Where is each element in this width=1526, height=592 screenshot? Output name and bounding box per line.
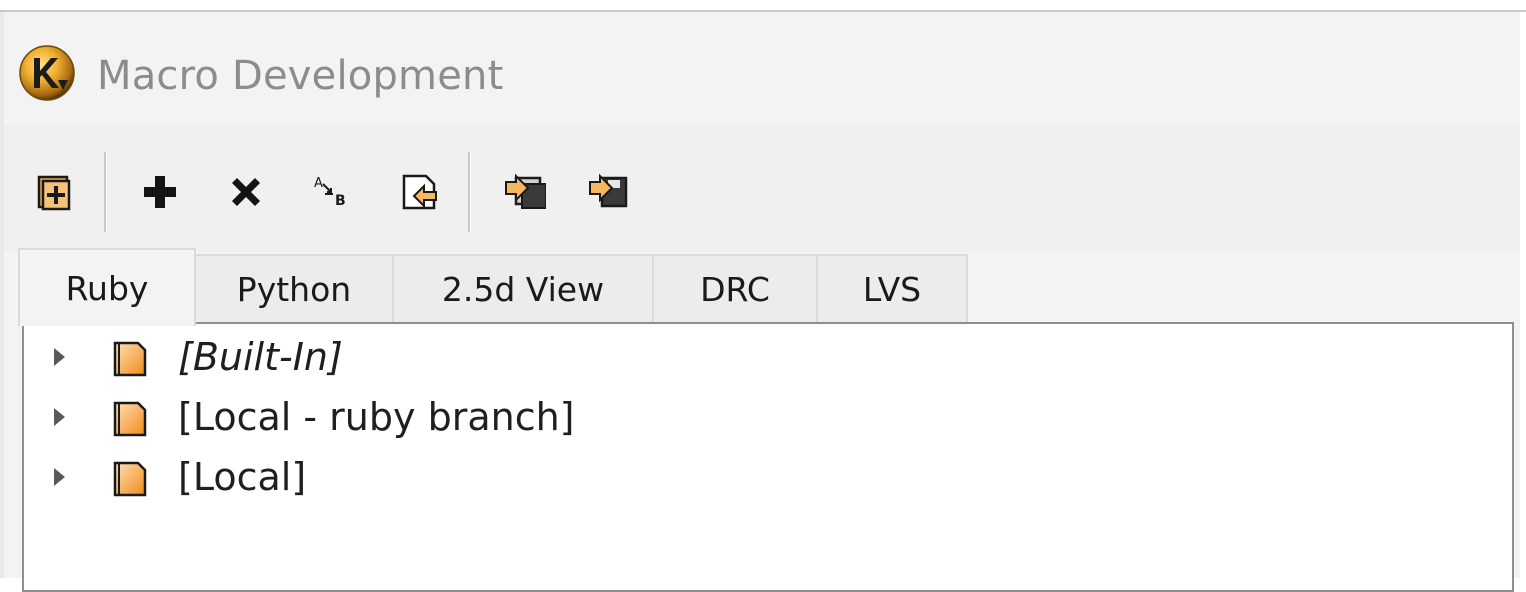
new-folder-icon bbox=[37, 175, 71, 211]
window-title: Macro Development bbox=[97, 53, 504, 99]
save-as-icon bbox=[589, 173, 628, 208]
folder-icon bbox=[113, 461, 147, 497]
tab-label: DRC bbox=[700, 269, 770, 309]
tab-2-5d-view[interactable]: 2.5d View bbox=[392, 254, 654, 322]
toolbar-separator bbox=[468, 152, 471, 232]
tree-item[interactable]: [Local - ruby branch] bbox=[24, 388, 1512, 446]
tab-label: Ruby bbox=[65, 268, 149, 308]
tab-drc[interactable]: DRC bbox=[652, 254, 818, 322]
title-bar[interactable]: Macro Development bbox=[4, 14, 1520, 124]
tree-item[interactable]: [Local] bbox=[24, 448, 1512, 506]
folder-icon bbox=[113, 341, 147, 377]
tree-item-label: [Local] bbox=[178, 455, 307, 499]
close-icon bbox=[232, 178, 260, 206]
save-all-icon bbox=[505, 173, 546, 209]
macro-tree[interactable]: [Built-In] [Local - ruby branch] [Local] bbox=[22, 322, 1514, 592]
tab-python[interactable]: Python bbox=[194, 254, 394, 322]
expand-arrow-icon[interactable] bbox=[54, 408, 65, 426]
folder-icon bbox=[113, 401, 147, 437]
window-top-border bbox=[0, 0, 1526, 12]
toolbar: A B bbox=[4, 124, 1520, 252]
tree-item-label: [Local - ruby branch] bbox=[178, 395, 575, 439]
expand-arrow-icon[interactable] bbox=[54, 468, 65, 486]
window-right-edge bbox=[1520, 12, 1526, 578]
import-button[interactable] bbox=[394, 166, 446, 218]
tab-label: LVS bbox=[862, 269, 922, 309]
macro-development-window: Macro Development A B Ruby Python 2.5d V… bbox=[0, 0, 1526, 592]
tab-label: Python bbox=[236, 269, 352, 309]
svg-text:B: B bbox=[335, 193, 346, 209]
rename-button[interactable]: A B bbox=[306, 166, 358, 218]
save-as-button[interactable] bbox=[582, 164, 634, 216]
tree-item[interactable]: [Built-In] bbox=[24, 328, 1512, 386]
new-folder-button[interactable] bbox=[28, 166, 80, 218]
tab-label: 2.5d View bbox=[441, 269, 605, 309]
tab-lvs[interactable]: LVS bbox=[816, 254, 968, 322]
import-icon bbox=[402, 174, 437, 210]
rename-icon: A B bbox=[314, 176, 346, 209]
klayout-logo-icon bbox=[19, 45, 75, 101]
svg-text:A: A bbox=[314, 176, 323, 191]
delete-button[interactable] bbox=[220, 166, 272, 218]
toolbar-separator bbox=[104, 152, 107, 232]
add-button[interactable] bbox=[134, 166, 186, 218]
tab-ruby[interactable]: Ruby bbox=[18, 248, 196, 326]
plus-icon bbox=[144, 176, 176, 208]
expand-arrow-icon[interactable] bbox=[54, 348, 65, 366]
tree-item-label: [Built-In] bbox=[178, 335, 343, 379]
save-all-button[interactable] bbox=[498, 164, 550, 216]
